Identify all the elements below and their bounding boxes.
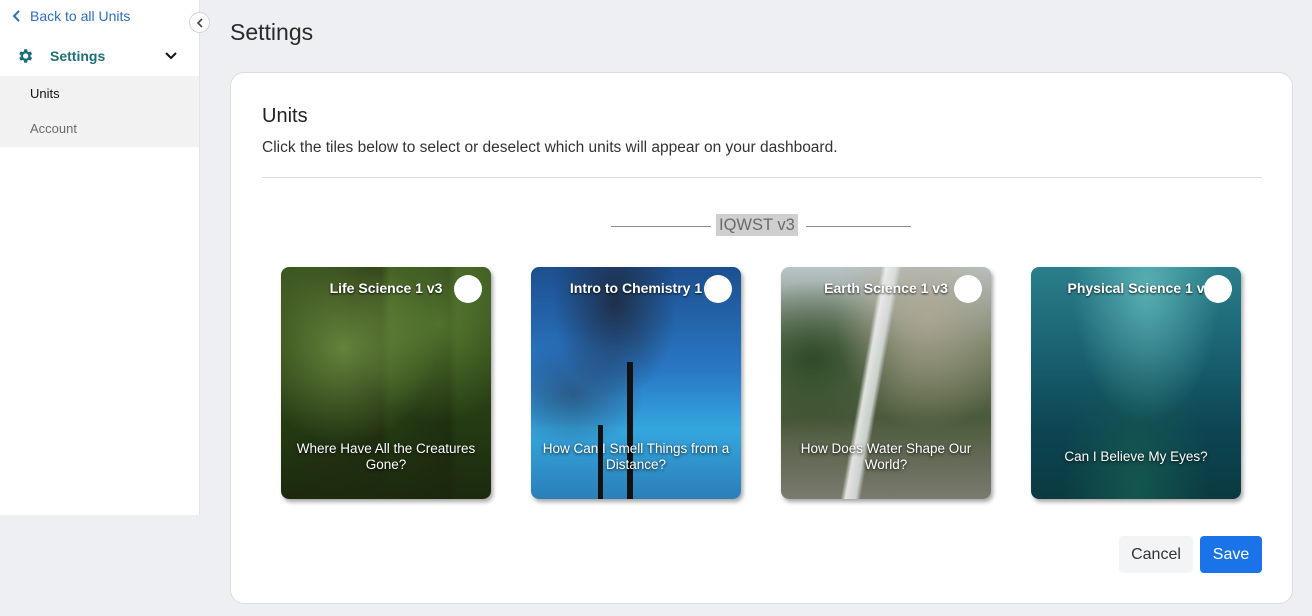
collapse-chevron-icon — [196, 17, 204, 28]
chevron-left-icon — [10, 9, 24, 23]
select-checkbox[interactable] — [704, 275, 732, 303]
collapse-sidebar-button[interactable] — [189, 12, 210, 33]
unit-tile-earth-science[interactable]: Earth Science 1 v3 How Does Water Shape … — [781, 267, 991, 499]
back-to-units-link[interactable]: Back to all Units — [10, 8, 130, 24]
card-title: Units — [262, 105, 308, 127]
gear-icon — [16, 47, 34, 65]
settings-section-toggle[interactable]: Settings — [0, 38, 199, 74]
chimney-graphic — [627, 362, 633, 499]
sidebar-item-units[interactable]: Units — [0, 76, 199, 111]
back-link-label: Back to all Units — [30, 8, 131, 24]
chevron-down-icon — [163, 48, 179, 64]
unit-tile-chemistry[interactable]: Intro to Chemistry 1 How Can I Smell Thi… — [531, 267, 741, 499]
sidebar: Back to all Units Settings Units Account — [0, 0, 200, 515]
tile-question: How Can I Smell Things from a Distance? — [542, 441, 730, 472]
select-checkbox[interactable] — [954, 275, 982, 303]
group-label: IQWST v3 — [716, 214, 798, 236]
group-line-left — [611, 226, 711, 227]
card-description: Click the tiles below to select or desel… — [262, 139, 838, 156]
select-checkbox[interactable] — [1204, 275, 1232, 303]
cancel-button[interactable]: Cancel — [1119, 536, 1193, 573]
select-checkbox[interactable] — [454, 275, 482, 303]
tile-question: How Does Water Shape Our World? — [800, 441, 972, 472]
tile-question: Can I Believe My Eyes? — [1064, 449, 1208, 464]
page-title: Settings — [230, 19, 314, 45]
tile-question: Where Have All the Creatures Gone? — [296, 441, 476, 472]
settings-label: Settings — [50, 48, 106, 64]
units-card: Units Click the tiles below to select or… — [230, 72, 1293, 604]
unit-tile-life-science[interactable]: Life Science 1 v3 Where Have All the Cre… — [281, 267, 491, 499]
settings-subnav: Units Account — [0, 76, 199, 147]
divider — [262, 177, 1262, 178]
group-line-right — [806, 226, 911, 227]
unit-tile-physical-science[interactable]: Physical Science 1 v Can I Believe My Ey… — [1031, 267, 1241, 499]
save-button[interactable]: Save — [1200, 536, 1262, 573]
sidebar-item-account[interactable]: Account — [0, 111, 199, 146]
